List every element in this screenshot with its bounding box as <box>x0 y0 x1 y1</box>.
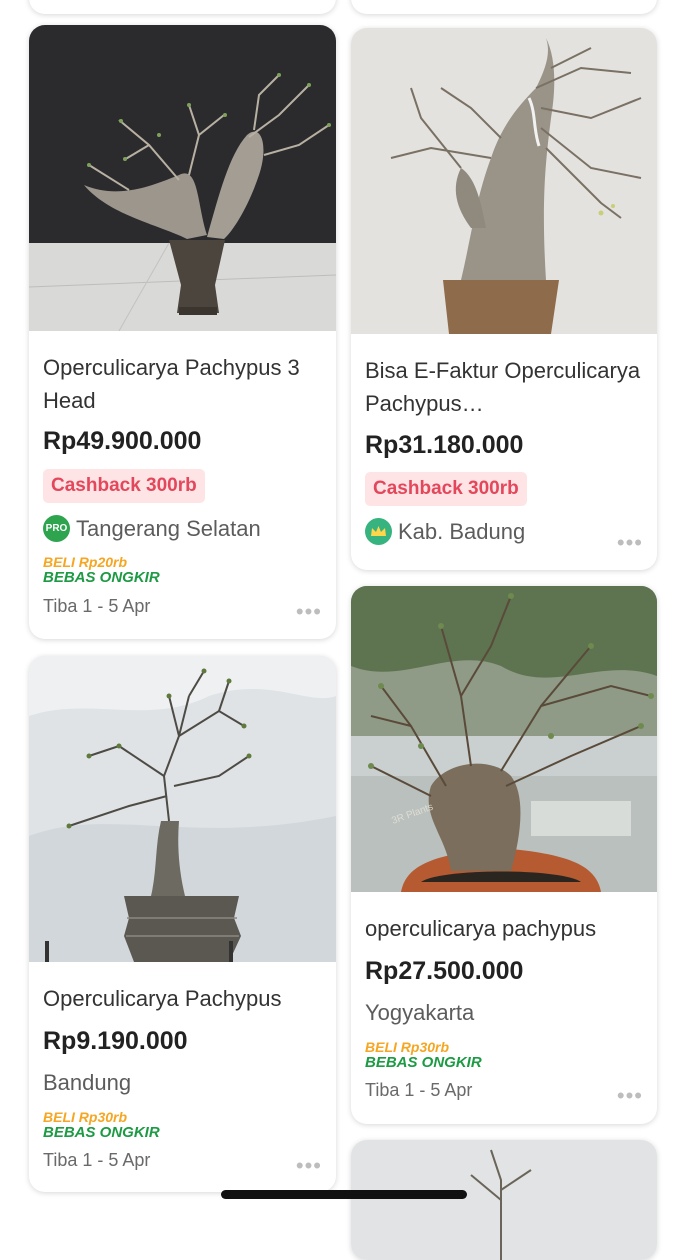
product-image[interactable]: 3R Plants <box>351 586 657 892</box>
promo-line-1: BELI Rp30rb <box>43 1109 128 1125</box>
location-label: Kab. Badung <box>398 518 526 544</box>
product-image[interactable] <box>29 656 336 962</box>
pro-badge-icon: PRO <box>43 515 70 542</box>
free-shipping-promo: BELI Rp20rb BEBAS ONGKIR <box>43 554 160 586</box>
product-title-text: Bisa E-Faktur Operculicarya Pachypus… <box>365 358 641 416</box>
promo-line-1: BELI Rp30rb <box>365 1039 450 1055</box>
product-title[interactable]: Operculicarya Pachypus 3 Head <box>43 351 322 417</box>
product-card-partial-top-right[interactable] <box>351 0 657 14</box>
free-shipping-promo: BELI Rp30rb BEBAS ONGKIR <box>365 1039 482 1071</box>
more-options-icon[interactable]: ••• <box>296 1155 322 1177</box>
product-image[interactable] <box>29 25 336 331</box>
product-price: Rp31.180.000 <box>365 431 524 459</box>
free-shipping-promo: BELI Rp30rb BEBAS ONGKIR <box>43 1109 160 1141</box>
promo-line-2: BEBAS ONGKIR <box>365 1054 482 1071</box>
product-card-partial-bottom[interactable] <box>351 1140 657 1260</box>
location-label: Tangerang Selatan <box>76 515 261 541</box>
product-card[interactable]: Bisa E-Faktur Operculicarya Pachypus… Rp… <box>351 28 657 570</box>
promo-line-1: BELI Rp20rb <box>43 554 128 570</box>
product-title[interactable]: Bisa E-Faktur Operculicarya Pachypus… <box>365 354 643 420</box>
product-title[interactable]: Operculicarya Pachypus <box>43 982 322 1015</box>
shop-location: PRO Tangerang Selatan <box>43 515 261 542</box>
arrival-estimate: Tiba 1 - 5 Apr <box>365 1080 473 1100</box>
pro-badge-label: PRO <box>45 523 68 534</box>
crown-badge-icon <box>365 518 392 545</box>
arrival-estimate: Tiba 1 - 5 Apr <box>43 596 151 616</box>
more-options-icon[interactable]: ••• <box>296 601 322 623</box>
product-card-partial-top-left[interactable] <box>29 0 336 14</box>
product-card[interactable]: 3R Plants operculicarya pachypus Rp27.50… <box>351 586 657 1124</box>
product-price: Rp27.500.000 <box>365 957 524 985</box>
product-price: Rp9.190.000 <box>43 1027 188 1055</box>
product-price: Rp49.900.000 <box>43 427 202 455</box>
arrival-estimate: Tiba 1 - 5 Apr <box>43 1150 151 1170</box>
product-image[interactable] <box>351 28 657 334</box>
location-label: Yogyakarta <box>365 1000 475 1025</box>
more-options-icon[interactable]: ••• <box>617 532 643 554</box>
shop-location: Kab. Badung <box>365 518 525 545</box>
location-label: Bandung <box>43 1070 132 1095</box>
product-title[interactable]: operculicarya pachypus <box>365 912 643 945</box>
more-options-icon[interactable]: ••• <box>617 1085 643 1107</box>
shop-location: Yogyakarta <box>365 1000 474 1026</box>
product-card[interactable]: Operculicarya Pachypus Rp9.190.000 Bandu… <box>29 656 336 1192</box>
promo-line-2: BEBAS ONGKIR <box>43 1124 160 1141</box>
product-card[interactable]: Operculicarya Pachypus 3 Head Rp49.900.0… <box>29 25 336 639</box>
product-image[interactable] <box>351 1140 657 1260</box>
home-indicator <box>221 1190 467 1199</box>
shop-location: Bandung <box>43 1070 131 1096</box>
cashback-badge: Cashback 300rb <box>365 472 527 506</box>
cashback-badge: Cashback 300rb <box>43 469 205 503</box>
promo-line-2: BEBAS ONGKIR <box>43 569 160 586</box>
